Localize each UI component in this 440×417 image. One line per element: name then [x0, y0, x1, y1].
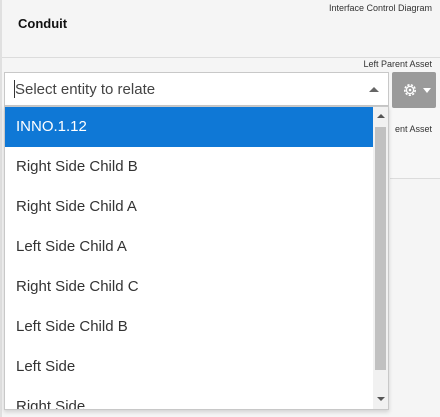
chevron-down-icon [423, 88, 431, 93]
dropdown-scrollbar[interactable] [373, 107, 388, 409]
scroll-down-icon[interactable] [377, 397, 385, 401]
chevron-up-icon[interactable] [369, 87, 379, 92]
scroll-up-icon[interactable] [377, 114, 385, 118]
settings-dropdown-button[interactable] [392, 72, 436, 108]
gear-icon [404, 84, 416, 96]
side-panel [390, 108, 440, 179]
select-placeholder: Select entity to relate [15, 81, 156, 98]
entity-select[interactable]: Select entity to relate [4, 72, 389, 106]
diagram-caption: Interface Control Diagram [328, 3, 432, 13]
list-item[interactable]: Right Side Child C [5, 267, 374, 307]
list-item[interactable]: Right Side Child B [5, 147, 374, 187]
list-item[interactable]: Right Side [5, 387, 374, 409]
list-item[interactable]: INNO.1.12 [5, 107, 374, 147]
section-caption: Left Parent Asset [363, 59, 432, 69]
panel-header: Conduit Interface Control Diagram [2, 0, 440, 58]
list-item[interactable]: Left Side [5, 347, 374, 387]
page-title: Conduit [18, 16, 68, 31]
app-frame: Conduit Interface Control Diagram Left P… [0, 0, 440, 417]
entity-dropdown-list: INNO.1.12 Right Side Child B Right Side … [4, 106, 389, 410]
list-item[interactable]: Right Side Child A [5, 187, 374, 227]
scroll-thumb[interactable] [375, 127, 386, 370]
left-border [0, 0, 2, 417]
section-caption-partial: ent Asset [394, 124, 432, 134]
list-item[interactable]: Left Side Child A [5, 227, 374, 267]
list-item[interactable]: Left Side Child B [5, 307, 374, 347]
